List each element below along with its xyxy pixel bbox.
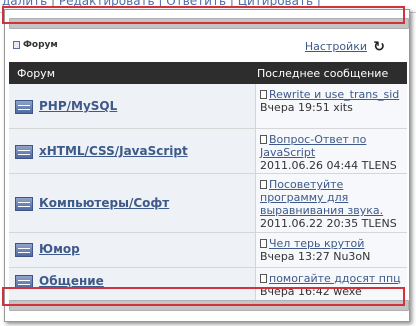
- forum-link[interactable]: Юмор: [39, 242, 80, 256]
- table-row: Компьютеры/Софт Посоветуйте программу дл…: [9, 174, 407, 233]
- last-post-link[interactable]: помогайте ддосят ппц: [269, 272, 401, 285]
- column-header-last-post: Последнее сообщение: [257, 67, 389, 80]
- highlight-box-bottom: [2, 287, 405, 306]
- settings-link[interactable]: Настройки: [305, 40, 367, 53]
- last-post-link[interactable]: Rewrite и use_trans_sid: [269, 88, 399, 101]
- document-icon: [260, 135, 267, 144]
- forum-popup: Форум Настройки ↻ Форум Последнее сообще…: [4, 9, 410, 322]
- last-post-meta: Вчера 13:27 Nu3oN: [260, 250, 371, 263]
- forum-crumb-label: Форум: [23, 40, 58, 50]
- table-row: PHP/MySQL Rewrite и use_trans_sid Вчера …: [9, 84, 407, 129]
- edit-icon: [13, 41, 20, 49]
- document-icon: [260, 90, 267, 99]
- forum-link[interactable]: xHTML/CSS/JavaScript: [39, 144, 188, 158]
- last-post-meta: Вчера 19:51 xits: [260, 101, 353, 114]
- last-post-link[interactable]: Чел терь крутой: [269, 237, 364, 250]
- forum-icon: [15, 100, 33, 114]
- document-icon: [260, 274, 267, 283]
- last-post-link[interactable]: Вопрос-Ответ по JavaScript: [260, 133, 366, 159]
- forum-link[interactable]: Общение: [39, 274, 104, 288]
- column-header-forum: Форум: [17, 67, 55, 80]
- forum-icon: [15, 243, 33, 257]
- document-icon: [260, 180, 267, 189]
- document-icon: [260, 239, 267, 248]
- highlight-box-top: [2, 6, 405, 24]
- forum-list: PHP/MySQL Rewrite и use_trans_sid Вчера …: [9, 84, 407, 303]
- forum-link[interactable]: PHP/MySQL: [39, 99, 117, 113]
- last-post-meta: 2011.06.26 04:44 TLENS: [260, 159, 397, 172]
- table-row: Юмор Чел терь крутой Вчера 13:27 Nu3oN: [9, 233, 407, 268]
- last-post-meta: 2011.06.22 20:35 TLENS: [260, 217, 397, 230]
- last-post-link[interactable]: Посоветуйте программу для выравнивания з…: [260, 178, 383, 217]
- forum-breadcrumb[interactable]: Форум: [13, 40, 58, 50]
- forum-icon: [15, 145, 33, 159]
- table-row: xHTML/CSS/JavaScript Вопрос-Ответ по Jav…: [9, 129, 407, 174]
- refresh-icon[interactable]: ↻: [373, 39, 385, 55]
- forum-link[interactable]: Компьютеры/Софт: [39, 196, 169, 210]
- forum-icon: [15, 197, 33, 211]
- popup-toolbar: Форум Настройки ↻: [9, 39, 407, 56]
- table-header: Форум Последнее сообщение: [9, 62, 407, 84]
